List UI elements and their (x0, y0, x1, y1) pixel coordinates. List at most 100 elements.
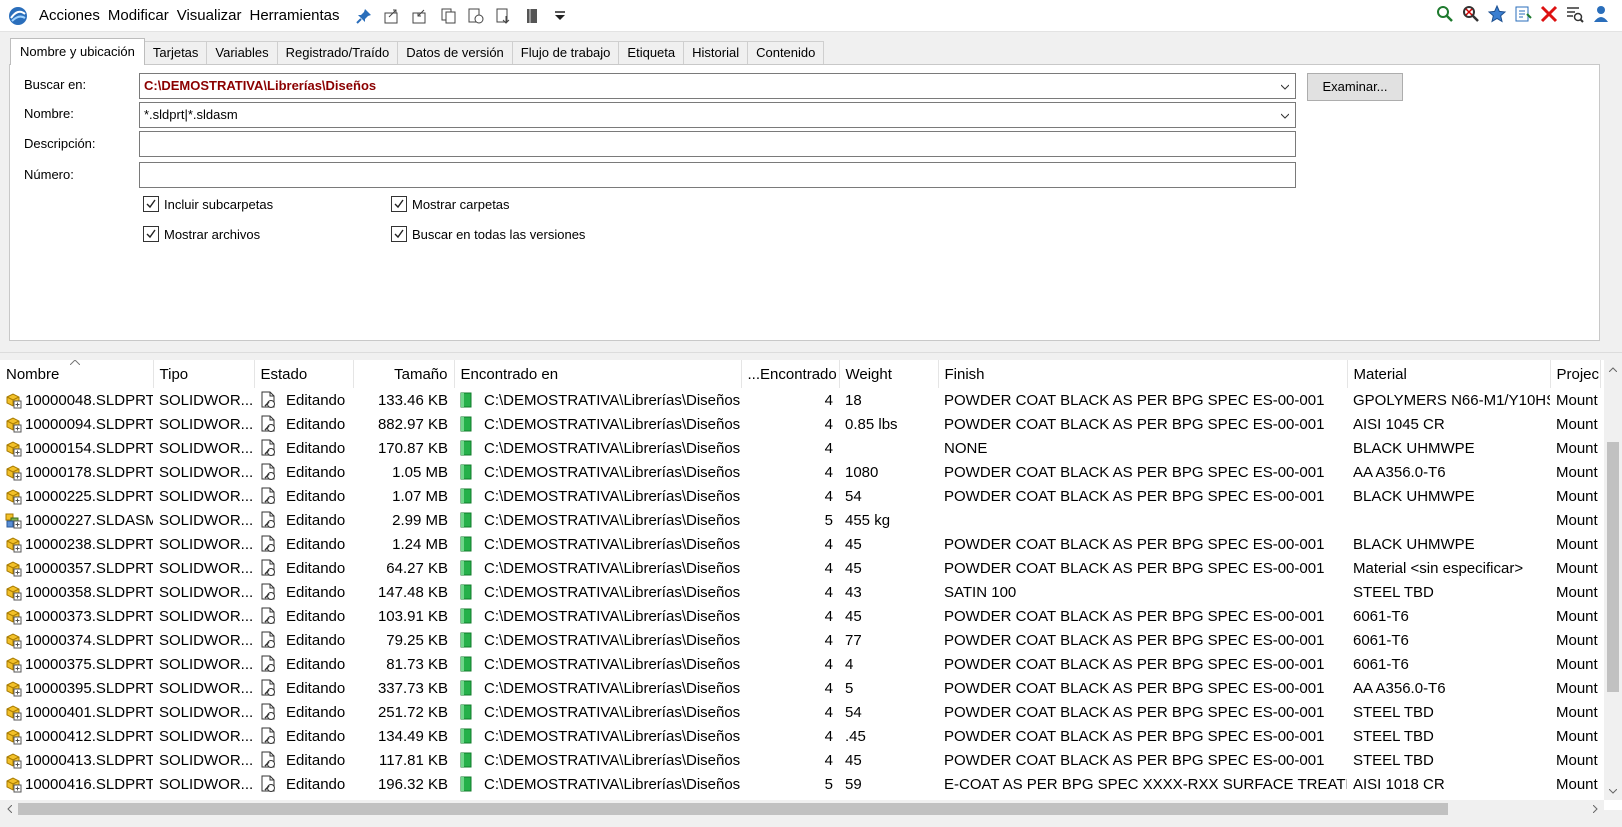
check-out-icon[interactable] (382, 6, 402, 26)
browse-button[interactable]: Examinar... (1307, 73, 1403, 101)
cell-name[interactable]: 10000416.SLDPRT (0, 772, 153, 796)
check-in-icon[interactable] (410, 6, 430, 26)
show-folders-checkbox[interactable]: Mostrar carpetas (391, 196, 510, 212)
table-row[interactable]: 10000395.SLDPRT SOLIDWOR... Editando 337.73… (0, 676, 1600, 700)
search-all-versions-checkbox[interactable]: Buscar en todas las versiones (391, 226, 585, 242)
checkbox-checked-icon[interactable] (391, 226, 407, 242)
table-row[interactable]: 10000416.SLDPRT SOLIDWOR... Editando 196.32… (0, 772, 1600, 796)
menu-herramientas[interactable]: Herramientas (246, 4, 344, 28)
table-row[interactable]: 10000048.SLDPRT SOLIDWOR... Editando 133.46… (0, 388, 1600, 412)
tab-variables[interactable]: Variables (206, 41, 278, 65)
cell-name[interactable]: 10000178.SLDPRT (0, 460, 153, 484)
cell-name[interactable]: 10000154.SLDPRT (0, 436, 153, 460)
scroll-left-arrow-icon[interactable] (0, 800, 18, 818)
state-label: Editando (286, 631, 346, 649)
tab-historial[interactable]: Historial (683, 41, 749, 65)
menu-modificar[interactable]: Modificar (104, 4, 173, 28)
checkbox-checked-icon[interactable] (143, 196, 159, 212)
menu-acciones[interactable]: Acciones (35, 4, 104, 28)
book-icon[interactable] (522, 6, 542, 26)
start-search-icon[interactable] (1435, 4, 1455, 24)
table-row[interactable]: 10000412.SLDPRT SOLIDWOR... Editando 134.49… (0, 724, 1600, 748)
table-row[interactable]: 10000238.SLDPRT SOLIDWOR... Editando 1.24 M… (0, 532, 1600, 556)
user-icon[interactable] (1591, 4, 1611, 24)
save-search-icon[interactable] (1513, 4, 1533, 24)
scrollbar-thumb[interactable] (1607, 442, 1619, 692)
tab-etiqueta[interactable]: Etiqueta (618, 41, 685, 65)
tab-datos-version[interactable]: Datos de versión (397, 41, 513, 65)
table-row[interactable]: 10000375.SLDPRT SOLIDWOR... Editando 81.73 … (0, 652, 1600, 676)
column-header-material[interactable]: Material (1347, 360, 1551, 388)
search-in-field[interactable]: C:\DEMOSTRATIVA\Librerías\Diseños (139, 73, 1296, 99)
favorite-icon[interactable] (1487, 4, 1507, 24)
column-header-found[interactable]: ...Encontrado (741, 360, 840, 388)
scroll-up-arrow-icon[interactable] (1604, 360, 1622, 378)
new-search-icon[interactable] (1461, 4, 1481, 24)
tab-registrado-traido[interactable]: Registrado/Traído (276, 41, 399, 65)
description-field[interactable] (139, 131, 1296, 157)
table-row[interactable]: 10000358.SLDPRT SOLIDWOR... Editando 147.48… (0, 580, 1600, 604)
undo-checkout-icon[interactable] (466, 6, 486, 26)
pin-icon[interactable] (354, 6, 374, 26)
table-row[interactable]: 10000357.SLDPRT SOLIDWOR... Editando 64.27 … (0, 556, 1600, 580)
tab-flujo-trabajo[interactable]: Flujo de trabajo (511, 41, 620, 65)
table-row[interactable]: 10000225.SLDPRT SOLIDWOR... Editando 1.07 M… (0, 484, 1600, 508)
cell-name[interactable]: 10000374.SLDPRT (0, 628, 153, 652)
table-row[interactable]: 10000401.SLDPRT SOLIDWOR... Editando 251.72… (0, 700, 1600, 724)
table-row[interactable]: 10000374.SLDPRT SOLIDWOR... Editando 79.25 … (0, 628, 1600, 652)
cell-name[interactable]: 10000227.SLDASM (0, 508, 153, 532)
show-files-checkbox[interactable]: Mostrar archivos (143, 226, 260, 242)
column-header-weight[interactable]: Weight (839, 360, 939, 388)
name-field[interactable]: *.sldprt|*.sldasm (139, 102, 1296, 128)
column-header-project[interactable]: Projec (1550, 360, 1601, 388)
cell-name[interactable]: 10000048.SLDPRT (0, 388, 153, 412)
horizontal-scrollbar[interactable] (0, 800, 1604, 818)
close-search-icon[interactable] (1539, 4, 1559, 24)
copy-tree-icon[interactable] (438, 6, 458, 26)
scrollbar-thumb[interactable] (18, 803, 1448, 815)
cell-name[interactable]: 10000401.SLDPRT (0, 700, 153, 724)
table-row[interactable]: 10000373.SLDPRT SOLIDWOR... Editando 103.91… (0, 604, 1600, 628)
search-list-icon[interactable] (1565, 4, 1585, 24)
column-header-name[interactable]: Nombre (0, 360, 154, 388)
file-name: 10000375.SLDPRT (25, 655, 153, 673)
scroll-down-arrow-icon[interactable] (1604, 782, 1622, 800)
cell-name[interactable]: 10000094.SLDPRT (0, 412, 153, 436)
cell-name[interactable]: 10000375.SLDPRT (0, 652, 153, 676)
cell-name[interactable]: 10000373.SLDPRT (0, 604, 153, 628)
cell-name[interactable]: 10000357.SLDPRT (0, 556, 153, 580)
chevron-down-icon[interactable] (1281, 112, 1289, 120)
table-row[interactable]: 10000227.SLDASM SOLIDWOR... Editando 2.99 M… (0, 508, 1600, 532)
column-header-type[interactable]: Tipo (153, 360, 255, 388)
cell-name[interactable]: 10000225.SLDPRT (0, 484, 153, 508)
toolbar-overflow-icon[interactable] (550, 6, 570, 26)
table-row[interactable]: 10000154.SLDPRT SOLIDWOR... Editando 170.87… (0, 436, 1600, 460)
cell-name[interactable]: 10000412.SLDPRT (0, 724, 153, 748)
cell-size: 170.87 KB (377, 439, 448, 457)
column-header-finish[interactable]: Finish (938, 360, 1348, 388)
table-row[interactable]: 10000413.SLDPRT SOLIDWOR... Editando 117.81… (0, 748, 1600, 772)
column-header-size[interactable]: Tamaño (353, 360, 455, 388)
column-header-state[interactable]: Estado (254, 360, 354, 388)
checkbox-checked-icon[interactable] (391, 196, 407, 212)
cell-name[interactable]: 10000413.SLDPRT (0, 748, 153, 772)
chevron-down-icon[interactable] (1281, 83, 1289, 91)
tab-nombre-ubicacion[interactable]: Nombre y ubicación (10, 38, 145, 65)
tab-contenido[interactable]: Contenido (747, 41, 825, 65)
splitter[interactable] (0, 352, 1622, 360)
checkbox-checked-icon[interactable] (143, 226, 159, 242)
column-header-found-in[interactable]: Encontrado en (454, 360, 742, 388)
number-field[interactable] (139, 162, 1296, 188)
table-row[interactable]: 10000178.SLDPRT SOLIDWOR... Editando 1.05 M… (0, 460, 1600, 484)
menu-visualizar[interactable]: Visualizar (173, 4, 246, 28)
cell-name[interactable]: 10000395.SLDPRT (0, 676, 153, 700)
cell-name[interactable]: 10000238.SLDPRT (0, 532, 153, 556)
vertical-scrollbar[interactable] (1604, 360, 1622, 800)
state-label: Editando (286, 607, 346, 625)
scroll-right-arrow-icon[interactable] (1586, 800, 1604, 818)
tab-tarjetas[interactable]: Tarjetas (143, 41, 208, 65)
table-row[interactable]: 10000094.SLDPRT SOLIDWOR... Editando 882.97… (0, 412, 1600, 436)
include-subfolders-checkbox[interactable]: Incluir subcarpetas (143, 196, 273, 212)
cell-name[interactable]: 10000358.SLDPRT (0, 580, 153, 604)
get-latest-icon[interactable] (494, 6, 514, 26)
